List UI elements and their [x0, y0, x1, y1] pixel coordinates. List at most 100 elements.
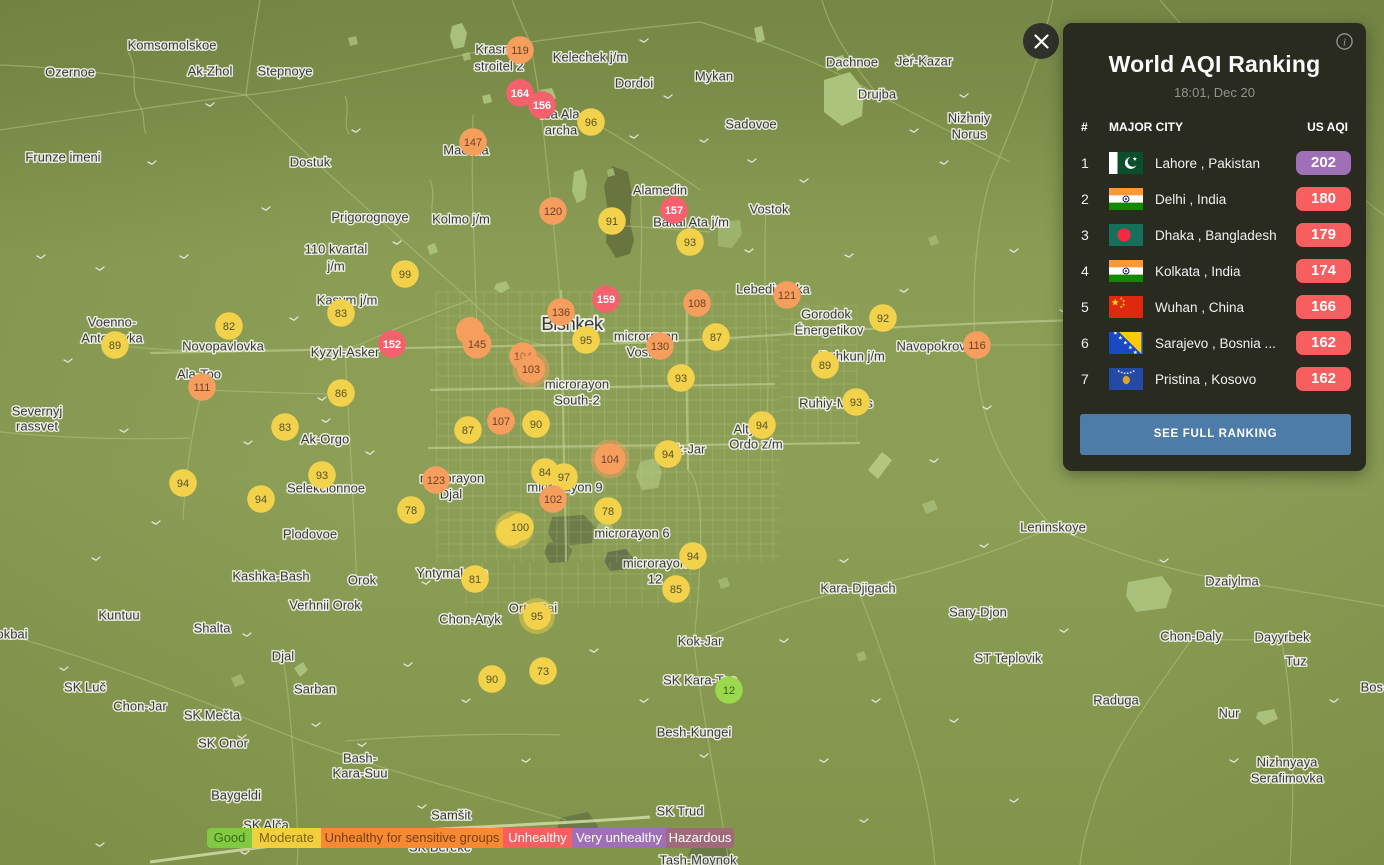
svg-text:108: 108 — [688, 298, 706, 310]
svg-text:Samšit: Samšit — [431, 808, 471, 823]
svg-text:Dostuk: Dostuk — [290, 155, 331, 170]
svg-text:Nizhniy: Nizhniy — [948, 111, 991, 126]
svg-text:Frunze imeni: Frunze imeni — [25, 150, 100, 165]
svg-text:81: 81 — [469, 574, 481, 586]
svg-text:Kara-Suu: Kara-Suu — [333, 766, 388, 781]
svg-text:okbai: okbai — [0, 627, 28, 642]
svg-text:104: 104 — [601, 454, 619, 466]
svg-text:107: 107 — [492, 416, 510, 428]
svg-text:Jer-Kazar: Jer-Kazar — [896, 54, 953, 69]
svg-text:Ordo z/m: Ordo z/m — [729, 437, 782, 452]
svg-text:Prigorognoye: Prigorognoye — [331, 210, 408, 225]
svg-text:Bash-: Bash- — [343, 751, 377, 766]
svg-text:Tuz: Tuz — [1285, 654, 1306, 669]
svg-text:Verhnii Orok: Verhnii Orok — [289, 598, 361, 613]
svg-text:microrayon: microrayon — [545, 377, 609, 392]
svg-text:110 kvartal: 110 kvartal — [305, 242, 368, 257]
svg-text:121: 121 — [778, 290, 796, 302]
svg-text:Dachnoe: Dachnoe — [826, 55, 878, 70]
svg-text:Kuntuu: Kuntuu — [98, 608, 139, 623]
svg-text:97: 97 — [558, 472, 570, 484]
svg-text:130: 130 — [651, 341, 669, 353]
svg-text:Dordoi: Dordoi — [615, 76, 653, 91]
svg-text:91: 91 — [606, 216, 618, 228]
svg-text:Sadovoe: Sadovoe — [725, 117, 776, 132]
svg-text:89: 89 — [819, 360, 831, 372]
svg-text:Tash-Moynok: Tash-Moynok — [659, 853, 737, 865]
svg-text:Chon-Daly: Chon-Daly — [1160, 629, 1222, 644]
svg-text:156: 156 — [533, 100, 551, 112]
svg-text:Kolmo j/m: Kolmo j/m — [432, 212, 490, 227]
svg-text:94: 94 — [687, 551, 699, 563]
svg-text:82: 82 — [223, 321, 235, 333]
svg-text:Dayyrbek: Dayyrbek — [1255, 630, 1310, 645]
svg-text:SK Trud: SK Trud — [657, 804, 704, 819]
svg-text:100: 100 — [511, 522, 529, 534]
svg-text:Leninskoye: Leninskoye — [1020, 520, 1086, 535]
svg-text:94: 94 — [756, 420, 768, 432]
svg-text:ST Teplovik: ST Teplovik — [975, 651, 1042, 666]
svg-text:94: 94 — [177, 478, 189, 490]
svg-text:Severnyj: Severnyj — [12, 404, 63, 419]
svg-text:Nur: Nur — [1219, 706, 1241, 721]
svg-text:95: 95 — [580, 335, 592, 347]
svg-text:South-2: South-2 — [554, 393, 600, 408]
svg-text:Ak-Orgo: Ak-Orgo — [301, 432, 349, 447]
svg-text:84: 84 — [539, 467, 551, 479]
svg-text:Sarban: Sarban — [294, 682, 336, 697]
svg-text:Vostok: Vostok — [749, 202, 789, 217]
svg-text:93: 93 — [850, 397, 862, 409]
svg-text:Ozernoe: Ozernoe — [45, 65, 95, 80]
svg-text:j/m: j/m — [326, 259, 344, 274]
svg-text:99: 99 — [399, 269, 411, 281]
svg-text:147: 147 — [464, 137, 482, 149]
svg-text:Sary-Djon: Sary-Djon — [949, 605, 1007, 620]
svg-text:Ak-Zhol: Ak-Zhol — [188, 64, 233, 79]
svg-text:Chon-Jar: Chon-Jar — [113, 699, 167, 714]
svg-text:Kara-Djigach: Kara-Djigach — [820, 581, 895, 596]
svg-text:159: 159 — [597, 294, 615, 306]
svg-text:Djal: Djal — [272, 649, 295, 664]
svg-text:Besh-Kungei: Besh-Kungei — [657, 725, 732, 740]
svg-text:78: 78 — [602, 506, 614, 518]
svg-text:Alamedin: Alamedin — [633, 183, 687, 198]
svg-text:Serafimovka: Serafimovka — [1251, 771, 1324, 786]
svg-text:Baygeldi: Baygeldi — [211, 788, 261, 803]
svg-text:SK Onor: SK Onor — [198, 736, 249, 751]
svg-text:Kok-Jar: Kok-Jar — [678, 634, 723, 649]
svg-text:87: 87 — [710, 332, 722, 344]
svg-text:Mykan: Mykan — [695, 69, 733, 84]
svg-text:120: 120 — [544, 206, 562, 218]
svg-text:Norus: Norus — [952, 127, 987, 142]
svg-text:111: 111 — [194, 382, 211, 394]
svg-text:i: i — [1343, 36, 1346, 48]
svg-text:Kyzyl-Asker: Kyzyl-Asker — [311, 345, 380, 360]
svg-text:92: 92 — [877, 313, 889, 325]
svg-text:Gorodok: Gorodok — [801, 307, 851, 322]
svg-text:73: 73 — [537, 666, 549, 678]
svg-text:85: 85 — [670, 584, 682, 596]
svg-text:86: 86 — [335, 388, 347, 400]
svg-text:78: 78 — [405, 505, 417, 517]
svg-text:95: 95 — [531, 611, 543, 623]
svg-text:rassvet: rassvet — [16, 419, 58, 434]
svg-text:Raduga: Raduga — [1093, 693, 1139, 708]
svg-text:microrayon: microrayon — [623, 556, 687, 571]
svg-text:archa: archa — [545, 123, 578, 138]
svg-text:Plodovoe: Plodovoe — [283, 527, 337, 542]
svg-text:94: 94 — [255, 494, 267, 506]
svg-text:123: 123 — [427, 475, 445, 487]
svg-text:Énergetikov: Énergetikov — [795, 323, 864, 338]
svg-text:Chon-Aryk: Chon-Aryk — [439, 612, 501, 627]
svg-text:152: 152 — [383, 339, 401, 351]
svg-text:119: 119 — [511, 45, 529, 57]
svg-text:Komsomolskoe: Komsomolskoe — [128, 38, 217, 53]
svg-text:103: 103 — [522, 364, 540, 376]
svg-text:89: 89 — [109, 340, 121, 352]
svg-text:96: 96 — [585, 117, 597, 129]
svg-text:90: 90 — [486, 674, 498, 686]
svg-text:93: 93 — [684, 237, 696, 249]
svg-text:Voenno-: Voenno- — [88, 315, 136, 330]
svg-text:Stepnoye: Stepnoye — [258, 64, 313, 79]
svg-text:94: 94 — [662, 449, 674, 461]
